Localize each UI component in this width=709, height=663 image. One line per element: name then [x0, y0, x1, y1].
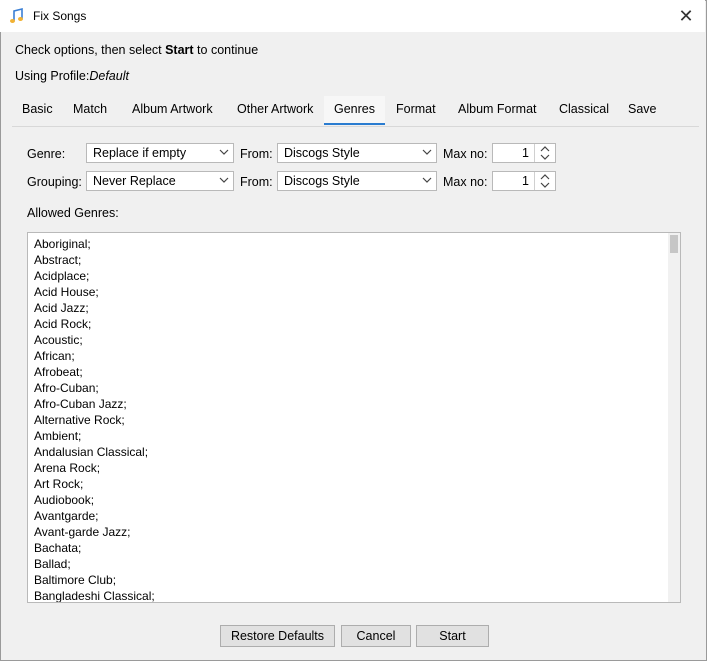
list-item: Acidplace;	[34, 269, 90, 283]
genre-from-select[interactable]: Discogs Style	[277, 143, 437, 163]
genre-replace-value: Replace if empty	[93, 146, 187, 160]
list-item: Abstract;	[34, 253, 82, 267]
instruction-start-word: Start	[165, 43, 194, 57]
chevron-down-icon[interactable]	[540, 153, 550, 161]
allowed-genres-textarea[interactable]: Aboriginal; Abstract; Acidplace; Acid Ho…	[27, 232, 681, 603]
grouping-from-label: From:	[240, 175, 273, 189]
profile-value: Default	[89, 69, 129, 83]
tab-album-format[interactable]: Album Format	[448, 96, 547, 125]
list-item: Avant-garde Jazz;	[34, 525, 131, 539]
grouping-replace-value: Never Replace	[93, 174, 176, 188]
list-item: Ballad;	[34, 557, 71, 571]
instruction-prefix: Check options, then select	[15, 43, 166, 57]
list-item: Afrobeat;	[34, 365, 83, 379]
grouping-label: Grouping:	[27, 175, 82, 189]
close-button[interactable]: ✕	[676, 6, 696, 26]
tab-label: Basic	[22, 102, 53, 116]
tab-classical[interactable]: Classical	[549, 96, 619, 125]
title-bar: Fix Songs ✕	[0, 0, 705, 32]
grouping-from-select[interactable]: Discogs Style	[277, 171, 437, 191]
genre-max-label: Max no:	[443, 147, 488, 161]
tab-album-artwork[interactable]: Album Artwork	[122, 96, 223, 125]
list-item: Alternative Rock;	[34, 413, 125, 427]
profile-line: Using Profile:Default	[15, 69, 129, 83]
music-note-icon	[10, 7, 23, 23]
tab-label: Classical	[559, 102, 610, 116]
tab-format[interactable]: Format	[386, 96, 446, 125]
tab-other-artwork[interactable]: Other Artwork	[227, 96, 323, 125]
list-item: Ambient;	[34, 429, 82, 443]
tab-label: Format	[396, 102, 436, 116]
genre-max-stepper[interactable]: 1	[492, 143, 556, 163]
grouping-max-label: Max no:	[443, 175, 488, 189]
genre-from-label: From:	[240, 147, 273, 161]
list-item: Bachata;	[34, 541, 82, 555]
tab-basic[interactable]: Basic	[12, 96, 63, 125]
tab-match[interactable]: Match	[63, 96, 117, 125]
list-item: Audiobook;	[34, 493, 95, 507]
cancel-button[interactable]: Cancel	[341, 625, 411, 647]
chevron-down-icon	[219, 177, 229, 183]
list-item: Acid Jazz;	[34, 301, 89, 315]
list-item: African;	[34, 349, 75, 363]
instruction-suffix: to continue	[193, 43, 259, 57]
chevron-down-icon	[422, 177, 432, 183]
list-item: Afro-Cuban Jazz;	[34, 397, 127, 411]
grouping-from-value: Discogs Style	[284, 174, 360, 188]
chevron-down-icon	[219, 149, 229, 155]
genre-label: Genre:	[27, 147, 66, 161]
genre-from-value: Discogs Style	[284, 146, 360, 160]
chevron-down-icon	[422, 149, 432, 155]
profile-label: Using Profile:	[15, 69, 90, 83]
list-item: Acid Rock;	[34, 317, 92, 331]
restore-defaults-button[interactable]: Restore Defaults	[220, 625, 335, 647]
chevron-up-icon[interactable]	[540, 145, 550, 153]
tab-bar: Basic Match Album Artwork Other Artwork …	[12, 96, 699, 127]
tab-label: Album Artwork	[132, 102, 213, 116]
tab-label: Match	[73, 102, 108, 116]
vertical-scrollbar[interactable]	[668, 233, 680, 602]
tab-label: Album Format	[458, 102, 537, 116]
grouping-max-stepper[interactable]: 1	[492, 171, 556, 191]
list-item: Arena Rock;	[34, 461, 101, 475]
stepper-buttons[interactable]	[534, 144, 555, 162]
chevron-up-icon[interactable]	[540, 173, 550, 181]
list-item: Aboriginal;	[34, 237, 91, 251]
close-icon: ✕	[678, 6, 694, 26]
tab-save[interactable]: Save	[618, 96, 667, 125]
list-item: Acoustic;	[34, 333, 83, 347]
grouping-replace-select[interactable]: Never Replace	[86, 171, 234, 191]
allowed-genres-label: Allowed Genres:	[27, 206, 119, 220]
scrollbar-thumb[interactable]	[670, 235, 678, 253]
tab-label: Genres	[334, 102, 375, 116]
grouping-max-value: 1	[522, 174, 529, 188]
list-item: Afro-Cuban;	[34, 381, 99, 395]
start-button[interactable]: Start	[416, 625, 489, 647]
list-item: Avantgarde;	[34, 509, 99, 523]
tab-label: Other Artwork	[237, 102, 314, 116]
tab-genres[interactable]: Genres	[324, 96, 385, 125]
list-item: Baltimore Club;	[34, 573, 117, 587]
genre-max-value: 1	[522, 146, 529, 160]
instruction-text: Check options, then select Start to cont…	[15, 43, 258, 57]
genre-replace-select[interactable]: Replace if empty	[86, 143, 234, 163]
window-title: Fix Songs	[33, 9, 87, 23]
stepper-buttons[interactable]	[534, 172, 555, 190]
list-item: Art Rock;	[34, 477, 84, 491]
tab-label: Save	[628, 102, 657, 116]
list-item: Acid House;	[34, 285, 99, 299]
list-item: Andalusian Classical;	[34, 445, 149, 459]
list-item: Bangladeshi Classical;	[34, 589, 155, 603]
chevron-down-icon[interactable]	[540, 181, 550, 189]
genre-list: Aboriginal; Abstract; Acidplace; Acid Ho…	[34, 236, 664, 603]
